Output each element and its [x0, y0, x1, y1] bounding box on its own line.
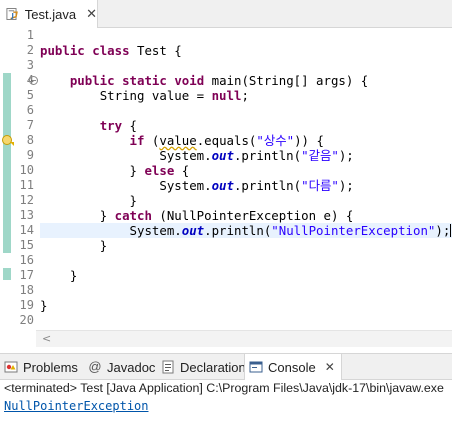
tab-problems-label: Problems — [23, 359, 78, 375]
code-line-4: public static void main(String[] args) { — [69, 73, 369, 88]
svg-text:J: J — [10, 12, 13, 20]
line-number-ruler: 1 2 3 4 5 6 7 8 9 10 11 12 13 14 15 16 1… — [14, 28, 34, 330]
editor-tab-label: Test.java — [24, 6, 77, 22]
line-number: 16 — [19, 253, 34, 267]
line-number: 10 — [19, 163, 34, 177]
quick-diff-marker — [3, 268, 11, 280]
line-number: 6 — [26, 103, 34, 117]
quick-diff-marker — [3, 73, 11, 253]
tab-console[interactable]: Console ✕ — [244, 354, 342, 380]
code-line-19: } — [40, 298, 48, 313]
tab-declaration[interactable]: Declaration — [157, 354, 246, 380]
declaration-icon — [162, 360, 174, 374]
code-line-14: System.out.println("NullPointerException… — [129, 223, 452, 238]
line-number: 9 — [26, 148, 34, 162]
code-line-12: } — [129, 193, 137, 208]
text-caret — [450, 224, 452, 237]
close-icon[interactable]: ✕ — [86, 7, 97, 22]
code-line-10: } else { — [129, 163, 190, 178]
tab-problems[interactable]: Problems — [0, 354, 78, 380]
editor-tab-bar: J Test.java ✕ — [0, 0, 452, 28]
line-number: 7 — [26, 118, 34, 132]
line-number: 2 — [26, 43, 34, 57]
line-number: 18 — [19, 283, 34, 297]
line-number: 19 — [19, 298, 34, 312]
java-file-icon: J — [6, 8, 18, 20]
code-line-7: try { — [99, 118, 137, 133]
line-number: 8 — [26, 133, 34, 147]
tab-declaration-label: Declaration — [180, 359, 246, 375]
code-line-2: public class Test { — [40, 43, 182, 58]
code-area[interactable]: public class Test { public static void m… — [40, 28, 452, 330]
line-number: 15 — [19, 238, 34, 252]
code-editor[interactable]: 1 2 3 4 5 6 7 8 9 10 11 12 13 14 15 16 1… — [0, 28, 452, 330]
tab-console-label: Console — [268, 359, 316, 375]
line-number: 5 — [26, 88, 34, 102]
tab-javadoc[interactable]: @ Javadoc — [84, 354, 155, 380]
horizontal-scrollbar[interactable]: < — [36, 330, 452, 347]
line-number: 12 — [19, 193, 34, 207]
warning-icon[interactable] — [2, 134, 15, 147]
views-tab-bar: Problems @ Javadoc Declaration Console ✕ — [0, 353, 452, 380]
code-line-13: } catch (NullPointerException e) { — [99, 208, 354, 223]
line-number: 3 — [26, 58, 34, 72]
console-status-text: <terminated> Test [Java Application] C:\… — [4, 381, 444, 395]
code-line-17: } — [69, 268, 78, 283]
code-line-15: } — [99, 238, 108, 253]
console-icon — [249, 361, 263, 373]
code-line-5: String value = null; — [99, 88, 249, 103]
tab-javadoc-label: Javadoc — [107, 359, 156, 375]
line-number: 14 — [19, 223, 34, 237]
code-line-11: System.out.println("다름"); — [159, 178, 354, 193]
annotation-bar — [0, 28, 14, 330]
problems-icon — [4, 361, 18, 373]
line-number: 17 — [19, 268, 34, 282]
line-number: 11 — [19, 178, 34, 192]
line-number: 20 — [19, 313, 34, 327]
javadoc-icon: @ — [88, 359, 102, 374]
console-output-link[interactable]: NullPointerException — [4, 398, 149, 414]
line-number: 1 — [26, 28, 34, 42]
code-line-8: if (value.equals("상수")) { — [129, 133, 324, 148]
close-icon[interactable]: ✕ — [325, 360, 335, 374]
code-line-9: System.out.println("같음"); — [159, 148, 354, 163]
line-number: 13 — [19, 208, 34, 222]
scroll-left-icon[interactable]: < — [42, 332, 51, 345]
fold-toggle-icon[interactable]: − — [29, 76, 38, 85]
editor-tab-test-java[interactable]: J Test.java ✕ — [0, 0, 98, 28]
